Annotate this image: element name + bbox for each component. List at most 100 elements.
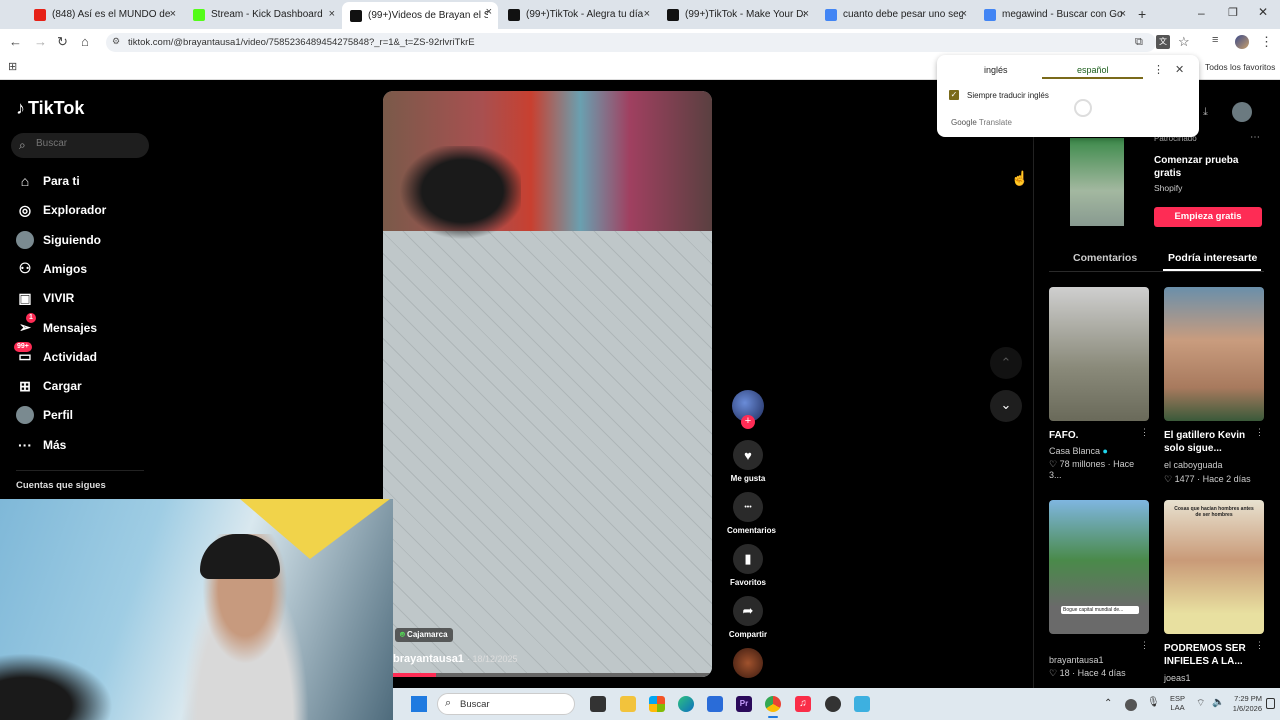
clock[interactable]: 7:29 PM 1/6/2026	[1228, 694, 1262, 714]
close-tab-icon[interactable]: ×	[329, 8, 335, 20]
source-language-tab[interactable]: inglés	[984, 65, 1008, 75]
sidebar-item-siguiendo[interactable]: Siguiendo	[16, 227, 101, 253]
language-indicator[interactable]: ESP LAA	[1170, 694, 1185, 712]
notification-icon[interactable]	[1266, 698, 1275, 709]
suggestion-thumbnail[interactable]: Bogue capital mundial de...	[1049, 500, 1149, 634]
suggestion-title[interactable]: PODREMOS SER INFIELES A LA...	[1164, 642, 1256, 668]
translate-close-icon[interactable]: ✕	[1175, 63, 1184, 76]
tab-recommended[interactable]: Podría interesarte	[1168, 252, 1257, 264]
notepad-icon[interactable]	[854, 696, 870, 712]
premiere-icon[interactable]: Pr	[736, 696, 752, 712]
menu-icon[interactable]: ⋮	[1260, 34, 1273, 50]
suggestion-more-icon[interactable]: ⋮	[1255, 427, 1264, 438]
sidebar-item-vivir[interactable]: ▣ VIVIR	[16, 285, 74, 311]
close-window-button[interactable]: ✕	[1258, 5, 1268, 19]
suggestion-author[interactable]: Casa Blanca ●	[1049, 446, 1108, 456]
favoritos-action[interactable]: ▮ Favoritos	[727, 544, 769, 587]
suggestion-title[interactable]: El gatillero Kevin solo sigue...	[1164, 429, 1256, 455]
sidebar-item-explorador[interactable]: ◎ Explorador	[16, 197, 106, 223]
suggestion-thumbnail[interactable]	[1164, 287, 1264, 421]
ad-card[interactable]: Patrocinado ⋯ Comenzar prueba gratis Sho…	[1050, 130, 1265, 230]
site-info-icon[interactable]: ⚙	[112, 36, 120, 47]
suggestion-author[interactable]: brayantausa1	[1049, 655, 1104, 665]
close-tab-icon[interactable]: ×	[170, 8, 176, 20]
translate-menu-icon[interactable]: ⋮	[1153, 63, 1164, 76]
bookmark-icon[interactable]: ▮	[733, 544, 763, 574]
suggestion-thumbnail[interactable]	[1049, 287, 1149, 421]
ad-thumbnail[interactable]	[1070, 138, 1124, 226]
comentarios-action[interactable]: ••• Comentarios	[727, 492, 776, 535]
browser-tab[interactable]: Stream - Kick Dashboard ×	[185, 4, 341, 25]
forward-icon[interactable]: →	[34, 34, 47, 49]
store-icon[interactable]	[649, 696, 665, 712]
location-tag[interactable]: ⌾ Cajamarca	[395, 628, 453, 642]
suggestion-author[interactable]: el caboyguada	[1164, 460, 1223, 470]
close-tab-icon[interactable]: ×	[961, 8, 967, 20]
browser-tab[interactable]: cuanto debe pesar uno segun ×	[817, 4, 973, 25]
browser-tab[interactable]: megawind - Buscar con Google×	[976, 4, 1132, 25]
close-tab-icon[interactable]: ×	[1120, 8, 1126, 20]
suggestion-title[interactable]: FAFO.	[1049, 429, 1078, 442]
sidebar-item-amigos[interactable]: ⚇ Amigos	[16, 256, 87, 282]
sidebar-item-cargar[interactable]: ⊞ Cargar	[16, 373, 82, 399]
tray-app-icon[interactable]	[1125, 699, 1137, 711]
tab-comments[interactable]: Comentarios	[1073, 252, 1137, 264]
download-icon[interactable]: ⤓	[1203, 106, 1208, 119]
suggestion-author[interactable]: joeas1	[1164, 673, 1191, 683]
ad-brand[interactable]: Shopify	[1154, 183, 1182, 193]
address-bar[interactable]: ⚙ tiktok.com/@brayantausa1/video/7585236…	[106, 33, 1156, 52]
next-video-button[interactable]: ⌄	[990, 390, 1022, 422]
wifi-icon[interactable]: ⌔	[1196, 697, 1205, 710]
ad-more-icon[interactable]: ⋯	[1250, 132, 1260, 143]
minimize-button[interactable]: –	[1198, 6, 1205, 20]
video-author[interactable]: brayantausa1	[393, 653, 464, 665]
ad-cta-button[interactable]: Empieza gratis	[1154, 207, 1262, 227]
translate-icon[interactable]: 文	[1156, 35, 1170, 49]
start-menu-icon[interactable]	[411, 696, 427, 712]
install-icon[interactable]: ⧉	[1135, 36, 1143, 49]
always-translate-checkbox[interactable]: ✓	[949, 90, 959, 100]
sidebar-item-mensajes[interactable]: ➢ 1 Mensajes	[16, 312, 97, 341]
home-icon[interactable]: ⌂	[81, 34, 89, 49]
edge-icon[interactable]	[678, 696, 694, 712]
mic-icon[interactable]: 🎙	[1147, 697, 1160, 708]
tiktok-logo[interactable]: ♪ TikTok	[16, 98, 84, 119]
reading-list-icon[interactable]: ≡	[1212, 34, 1218, 46]
chrome-icon[interactable]	[765, 696, 781, 712]
music-app-icon[interactable]: ♫	[795, 696, 811, 712]
browser-tab[interactable]: (99+)TikTok - Alegra tu día ×	[500, 4, 656, 25]
new-tab-button[interactable]: +	[1138, 6, 1146, 22]
search-input[interactable]	[36, 138, 141, 149]
profile-avatar[interactable]	[1235, 35, 1249, 49]
browser-tab[interactable]: (99+)Videos de Brayan el S ×	[342, 2, 498, 29]
file-explorer-icon[interactable]	[620, 696, 636, 712]
me-gusta-action[interactable]: ♥ Me gusta	[727, 440, 769, 483]
video-player[interactable]: ⌾ Cajamarca brayantausa1 · 18/12/2025	[383, 91, 712, 677]
star-icon[interactable]: ☆	[1178, 34, 1190, 50]
sidebar-item-más[interactable]: ··· Más	[16, 432, 66, 458]
back-icon[interactable]: ←	[9, 34, 22, 49]
sidebar-item-perfil[interactable]: Perfil	[16, 402, 73, 428]
previous-video-button[interactable]: ⌃	[990, 347, 1022, 379]
video-progress-bar[interactable]	[383, 673, 712, 677]
close-tab-icon[interactable]: ×	[803, 8, 809, 20]
browser-tab[interactable]: (848) Así es el MUNDO de HA×	[26, 4, 182, 25]
search-box[interactable]: ⌕	[11, 133, 149, 158]
taskbar-search[interactable]: ⌕ Buscar	[437, 693, 575, 715]
sidebar-item-actividad[interactable]: ▭ 99+ Actividad	[14, 341, 97, 370]
close-tab-icon[interactable]: ×	[644, 8, 650, 20]
suggestion-thumbnail[interactable]: Cosas que hacían hombres antes de ser ho…	[1164, 500, 1264, 634]
music-disc-avatar[interactable]	[733, 648, 763, 678]
volume-icon[interactable]: 🔈	[1212, 697, 1224, 708]
all-bookmarks[interactable]: Todos los favoritos	[1205, 62, 1275, 72]
close-tab-icon[interactable]: ×	[486, 6, 492, 18]
suggestion-more-icon[interactable]: ⋮	[1255, 640, 1264, 651]
suggestion-more-icon[interactable]: ⋮	[1140, 427, 1149, 438]
compartir-action[interactable]: ➦ Compartir	[727, 596, 769, 639]
comment-icon[interactable]: •••	[733, 492, 763, 522]
sidebar-item-para-ti[interactable]: ⌂ Para ti	[16, 168, 80, 194]
follow-plus-icon[interactable]: +	[741, 415, 755, 429]
task-view-icon[interactable]	[590, 696, 606, 712]
tray-chevron-icon[interactable]: ⌃	[1104, 698, 1112, 709]
target-language-tab[interactable]: español	[1077, 65, 1109, 75]
